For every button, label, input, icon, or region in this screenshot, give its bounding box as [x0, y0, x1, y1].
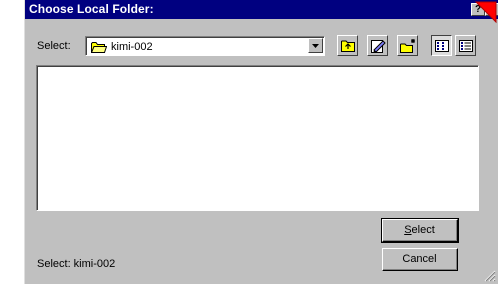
details-view-icon — [459, 40, 473, 52]
select-button-label: Select — [404, 224, 435, 236]
folder-list[interactable] — [36, 65, 479, 211]
choose-local-folder-dialog: Choose Local Folder: ? X Select: kimi-00… — [24, 0, 498, 284]
list-view-button[interactable] — [431, 35, 452, 56]
up-one-level-icon — [341, 40, 355, 52]
title-bar[interactable]: Choose Local Folder: ? X — [25, 0, 498, 19]
select-button[interactable]: Select — [381, 218, 459, 243]
up-one-level-button[interactable] — [337, 35, 358, 56]
location-label: Select: — [37, 40, 71, 52]
resize-grip-icon[interactable] — [484, 270, 496, 282]
new-folder-button[interactable] — [397, 35, 418, 56]
list-view-icon — [435, 40, 449, 52]
folder-dropdown-field: kimi-002 — [86, 37, 324, 55]
chevron-down-icon — [312, 44, 319, 48]
cancel-button-face: Cancel — [383, 249, 457, 270]
current-folder-name: kimi-002 — [111, 41, 153, 53]
select-mnemonic: S — [404, 224, 412, 236]
new-folder-icon — [400, 39, 415, 53]
window-title: Choose Local Folder: — [29, 2, 154, 16]
folder-list-area — [37, 66, 478, 210]
details-view-button[interactable] — [455, 35, 476, 56]
folder-dropdown[interactable]: kimi-002 — [85, 36, 325, 56]
folder-icon — [90, 41, 108, 56]
dropdown-arrow-button[interactable] — [308, 38, 323, 53]
select-button-face: Select — [383, 220, 457, 241]
cancel-button[interactable]: Cancel — [382, 248, 458, 271]
cancel-button-label: Cancel — [402, 253, 437, 265]
select-label-rest: elect — [411, 224, 435, 236]
status-text: Select: kimi-002 — [37, 258, 116, 270]
cursor-arrow-icon — [474, 1, 497, 24]
edit-folder-button[interactable] — [367, 35, 388, 56]
edit-folder-icon — [371, 40, 386, 53]
